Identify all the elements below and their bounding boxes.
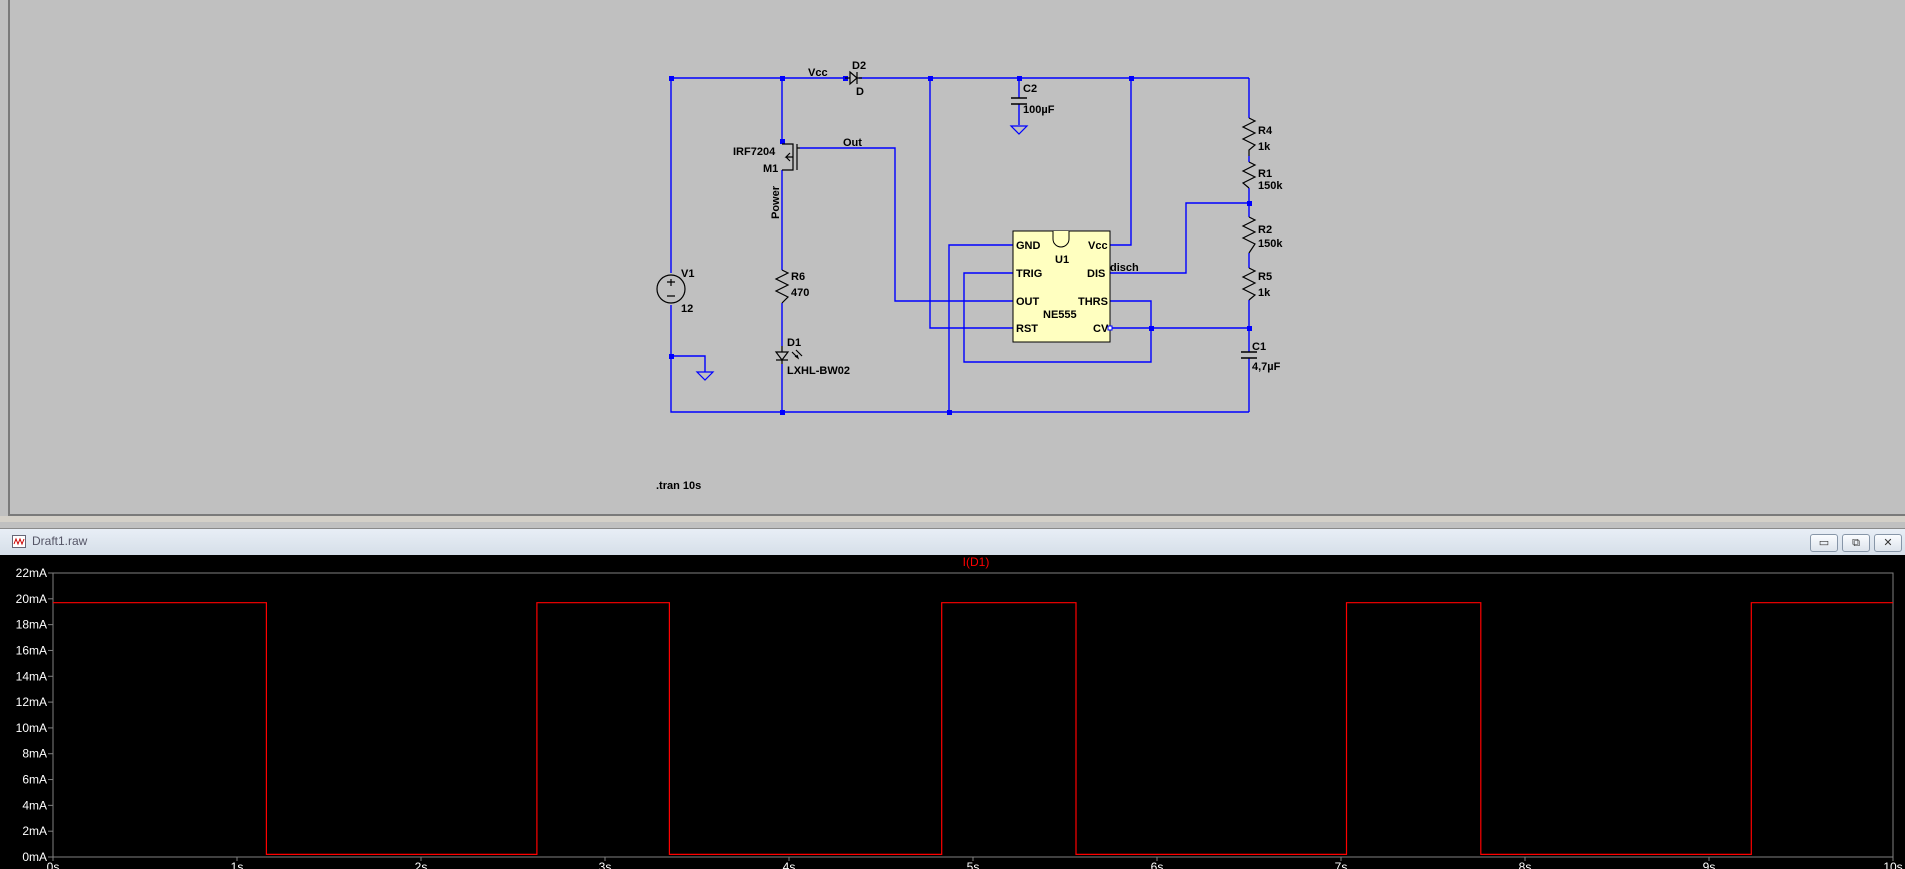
diode-d2[interactable] [845,70,862,86]
u1-pin-trig: TRIG [1016,268,1042,280]
y-tick-label: 0mA [22,850,47,864]
restore-icon: ⧉ [1852,536,1860,549]
r5-value-label: 1k [1258,287,1271,299]
r1-ref-label: R1 [1258,168,1272,180]
waveform-window-title: Draft1.raw [32,534,88,548]
waveform-app-icon [12,535,26,548]
r2-value-label: 150k [1258,238,1283,250]
waveform-plot[interactable]: I(D1) 0mA 2mA 4mA 6mA 8mA 10mA 12mA 14mA 16mA 18m… [0,555,1905,869]
m1-ref-label: M1 [763,163,778,175]
r5-ref-label: R5 [1258,271,1272,283]
d1-value-label: LXHL-BW02 [787,365,850,377]
ground-symbol-v1 [695,371,715,381]
schematic-pane[interactable]: Vcc D2 D C2 100µF IRF7204 M1 Out Power V… [0,0,1905,522]
r1-value-label: 150k [1258,180,1283,192]
r4-value-label: 1k [1258,141,1271,153]
y-tick-label: 12mA [16,695,47,709]
trace-label-i-d1[interactable]: I(D1) [963,555,990,569]
waveform-titlebar[interactable]: Draft1.raw ▭ ⧉ ✕ [0,529,1905,556]
u1-pin-vcc: Vcc [1088,240,1108,252]
d1-ref-label: D1 [787,337,801,349]
c1-value-label: 4,7µF [1252,361,1281,373]
resistor-r1[interactable] [1241,161,1257,189]
r6-value-label: 470 [791,287,809,299]
resistor-r5[interactable] [1241,267,1257,301]
r4-ref-label: R4 [1258,125,1273,137]
schematic-canvas[interactable]: Vcc D2 D C2 100µF IRF7204 M1 Out Power V… [0,0,1905,516]
y-tick-label: 14mA [16,669,47,683]
u1-pin-gnd: GND [1016,240,1041,252]
u1-pin-cv: CV [1093,323,1109,335]
c2-value-label: 100µF [1023,104,1055,116]
mosfet-m1[interactable] [782,143,800,171]
u1-pin-out: OUT [1016,296,1040,308]
y-tick-label: 2mA [22,824,47,838]
net-label-out: Out [843,137,862,149]
r2-ref-label: R2 [1258,224,1272,236]
u1-pin-thrs: THRS [1078,296,1108,308]
y-tick-label: 22mA [16,566,47,580]
v1-value-label: 12 [681,303,693,315]
pane-splitter[interactable] [0,516,1905,522]
y-tick-label: 6mA [22,773,47,787]
net-label-disch: disch [1110,262,1139,274]
minimize-button[interactable]: ▭ [1810,534,1838,552]
d2-ref-label: D2 [852,60,866,72]
resistor-r6[interactable] [774,269,790,304]
v1-ref-label: V1 [681,268,694,280]
c2-ref-label: C2 [1023,83,1037,95]
plot-background [0,555,1905,869]
y-tick-label: 20mA [16,592,47,606]
ground-symbol-c2 [1009,125,1029,135]
u1-pin-dis: DIS [1087,268,1105,280]
y-tick-label: 18mA [16,618,47,632]
y-tick-label: 8mA [22,747,47,761]
y-tick-label: 4mA [22,798,47,812]
resistor-r2[interactable] [1241,216,1257,254]
c1-ref-label: C1 [1252,341,1266,353]
pane-left-border [8,0,10,516]
net-label-power: Power [770,185,782,219]
d2-value-label: D [856,86,864,98]
y-tick-label: 16mA [16,643,47,657]
spice-directive[interactable]: .tran 10s [656,480,701,492]
waveform-window[interactable]: Draft1.raw ▭ ⧉ ✕ I(D1) 0mA 2mA 4mA 6mA 8mA 10… [0,528,1905,869]
net-label-vcc: Vcc [808,67,828,79]
u1-ref-label: U1 [1055,254,1069,266]
r6-ref-label: R6 [791,271,805,283]
u1-part-label: NE555 [1043,309,1077,321]
m1-model-label: IRF7204 [733,146,776,158]
restore-button[interactable]: ⧉ [1842,534,1870,552]
resistor-r4[interactable] [1241,117,1257,156]
y-tick-label: 10mA [16,721,47,735]
wires [670,77,1250,413]
close-button[interactable]: ✕ [1874,534,1902,552]
u1-pin-rst: RST [1016,323,1038,335]
minimize-icon: ▭ [1818,536,1830,549]
close-icon: ✕ [1883,536,1893,549]
